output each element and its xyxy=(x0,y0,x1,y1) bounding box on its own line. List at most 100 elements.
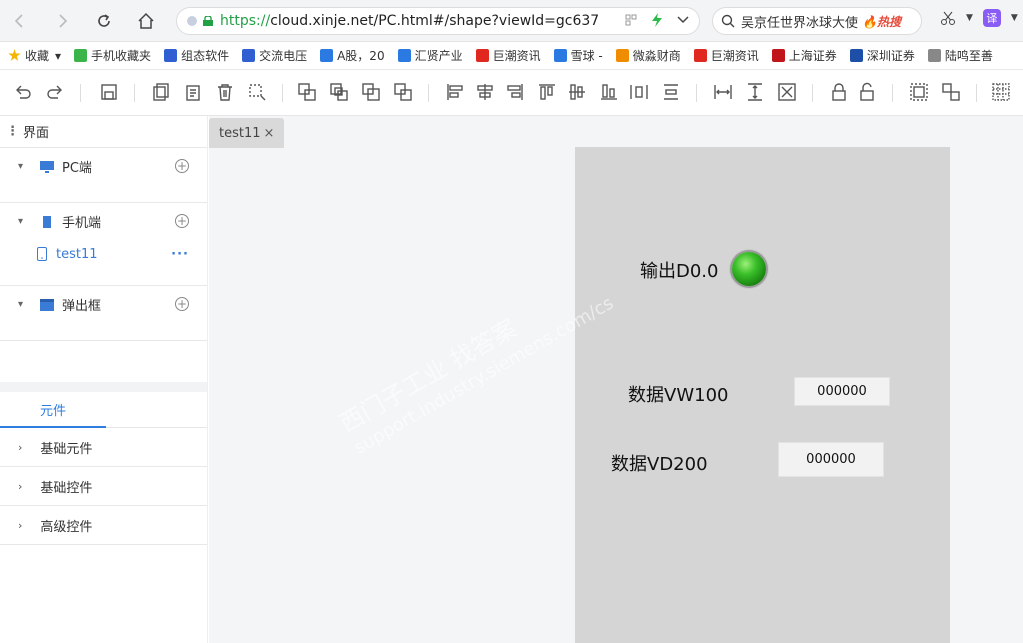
bring-forward-button[interactable] xyxy=(328,81,350,103)
grid-button[interactable] xyxy=(990,81,1012,103)
bookmark-item[interactable]: 巨潮资讯 xyxy=(693,47,759,64)
bring-front-button[interactable] xyxy=(296,81,318,103)
bookmark-item[interactable]: 上海证券 xyxy=(771,47,837,64)
save-button[interactable] xyxy=(98,81,120,103)
tree-child-test11[interactable]: test11 ··· xyxy=(0,240,207,268)
drag-handle-icon[interactable]: ⋮ xyxy=(6,124,19,139)
bookmark-label: 巨潮资讯 xyxy=(710,49,759,63)
bookmark-item[interactable]: 微淼财商 xyxy=(615,47,681,64)
chevron-down-icon[interactable]: ▾ xyxy=(55,49,61,63)
chevron-down-icon[interactable]: ▾ xyxy=(18,216,28,227)
align-bottom-icon xyxy=(601,84,617,100)
tab-components[interactable]: 元件 xyxy=(0,392,106,428)
tree-item-popup[interactable]: ▾ 弹出框 + xyxy=(0,286,207,323)
indicator-lamp[interactable] xyxy=(732,252,766,286)
vw-label[interactable]: 数据VW100 xyxy=(628,381,728,407)
scissors-icon[interactable] xyxy=(940,10,956,26)
distribute-vertical-button[interactable] xyxy=(660,81,682,103)
vw-value-field[interactable]: 000000 xyxy=(794,377,890,406)
output-label[interactable]: 输出D0.0 xyxy=(640,257,719,283)
document-tab[interactable]: test11 × xyxy=(209,118,285,148)
align-top-button[interactable] xyxy=(536,81,558,103)
screen-canvas[interactable]: 输出D0.0 数据VW100 000000 数据VD200 000000 xyxy=(575,147,950,643)
delete-button[interactable] xyxy=(214,81,236,103)
accordion-advanced-controls[interactable]: › 高级控件 xyxy=(0,506,207,545)
add-page-icon[interactable]: + xyxy=(175,297,189,311)
chevron-down-icon[interactable]: ▾ xyxy=(18,299,28,310)
copy-button[interactable] xyxy=(150,81,172,103)
tree-item-mobile[interactable]: ▾ 手机端 + xyxy=(0,203,207,240)
accordion-basic-controls[interactable]: › 基础控件 xyxy=(0,467,207,506)
bookmark-item[interactable]: A股，20 xyxy=(320,47,385,64)
trash-icon xyxy=(218,84,232,101)
align-middle-button[interactable] xyxy=(566,81,588,103)
same-size-button[interactable] xyxy=(776,81,798,103)
group-button[interactable] xyxy=(908,81,930,103)
design-workspace[interactable]: test11 × 输出D0.0 数据VW100 000000 数据VD200 0… xyxy=(209,116,1023,643)
unlock-button[interactable] xyxy=(856,81,878,103)
bookmark-item[interactable]: 收藏 ▾ xyxy=(8,47,61,64)
reload-icon xyxy=(98,14,110,27)
redo-button[interactable] xyxy=(44,81,66,103)
monitor-icon xyxy=(40,160,54,173)
redo-icon xyxy=(47,85,62,99)
bookmark-favicon-icon xyxy=(849,49,863,62)
vd-label[interactable]: 数据VD200 xyxy=(611,450,708,476)
add-page-icon[interactable]: + xyxy=(175,159,189,173)
paste-icon xyxy=(186,85,200,101)
translate-button[interactable]: 译 xyxy=(982,9,1001,27)
send-backward-button[interactable] xyxy=(360,81,382,103)
browser-search-box[interactable]: 吴京任世界冰球大使 🔥热搜 xyxy=(712,7,922,35)
reload-button[interactable] xyxy=(92,9,116,33)
bookmark-item[interactable]: 汇贤产业 xyxy=(397,47,463,64)
panel-header: ⋮ 界面 xyxy=(0,116,207,148)
vd-value-field[interactable]: 000000 xyxy=(778,442,884,477)
bookmark-label: 交流电压 xyxy=(259,49,308,63)
ungroup-button[interactable] xyxy=(940,81,962,103)
align-bottom-button[interactable] xyxy=(598,81,620,103)
close-icon[interactable]: × xyxy=(264,126,275,141)
align-right-button[interactable] xyxy=(504,81,526,103)
same-height-button[interactable] xyxy=(744,81,766,103)
qr-code-icon[interactable] xyxy=(625,14,637,26)
translate-caret-icon[interactable]: ▼ xyxy=(1011,13,1018,23)
chevron-right-icon[interactable]: › xyxy=(18,519,22,532)
distribute-horizontal-button[interactable] xyxy=(628,81,650,103)
lock-button[interactable] xyxy=(828,81,850,103)
align-left-button[interactable] xyxy=(444,81,466,103)
url-text[interactable]: https://cloud.xinje.net/PC.html#/shape?v… xyxy=(220,13,600,29)
home-button[interactable] xyxy=(134,9,158,33)
bookmark-item[interactable]: 交流电压 xyxy=(242,47,307,64)
more-options-icon[interactable]: ··· xyxy=(171,247,189,262)
site-info-icon[interactable] xyxy=(187,16,197,26)
chevron-right-icon[interactable]: › xyxy=(18,441,22,454)
undo-button[interactable] xyxy=(12,81,34,103)
save-icon xyxy=(101,84,117,100)
chevron-right-icon[interactable]: › xyxy=(18,480,22,493)
lightning-icon[interactable] xyxy=(651,13,663,27)
chevron-down-icon[interactable] xyxy=(677,16,689,24)
same-width-button[interactable] xyxy=(712,81,734,103)
bookmark-item[interactable]: 巨潮资讯 xyxy=(475,47,541,64)
accordion-basic-elements[interactable]: › 基础元件 xyxy=(0,428,207,467)
paste-button[interactable] xyxy=(182,81,204,103)
add-page-icon[interactable]: + xyxy=(175,214,189,228)
bookmark-item[interactable]: 雪球 - xyxy=(553,47,603,64)
align-center-button[interactable] xyxy=(474,81,496,103)
select-area-button[interactable] xyxy=(246,81,268,103)
bookmark-item[interactable]: 组态软件 xyxy=(164,47,229,64)
chevron-down-icon[interactable]: ▾ xyxy=(18,161,28,172)
back-button[interactable] xyxy=(8,9,32,33)
bookmark-favicon-icon xyxy=(74,49,88,62)
forward-arrow-icon xyxy=(59,14,68,28)
address-bar[interactable]: https://cloud.xinje.net/PC.html#/shape?v… xyxy=(176,7,700,35)
tree-group-popup: ▾ 弹出框 + xyxy=(0,286,207,341)
dropdown-caret-icon[interactable]: ▼ xyxy=(966,13,973,23)
bookmark-item[interactable]: 深圳证券 xyxy=(849,47,915,64)
tree-item-pc[interactable]: ▾ PC端 + xyxy=(0,148,207,185)
send-back-button[interactable] xyxy=(392,81,414,103)
forward-button[interactable] xyxy=(50,9,74,33)
bookmark-item[interactable]: 手机收藏夹 xyxy=(74,47,151,64)
watermark-line-1: 西门子工业 找答案 xyxy=(334,313,522,439)
bookmark-item[interactable]: 陆鸣至善 xyxy=(927,47,993,64)
